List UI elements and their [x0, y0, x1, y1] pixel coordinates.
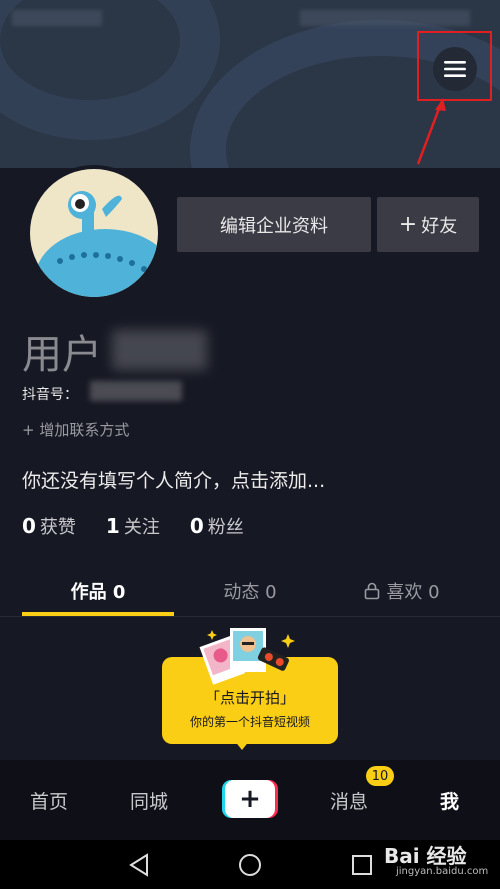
nav-me[interactable]: 我: [440, 787, 459, 814]
home-icon[interactable]: [237, 852, 263, 878]
profile-stats: 0 获赞 1 关注 0 粉丝: [22, 513, 244, 539]
tab-works[interactable]: 作品 0: [22, 565, 174, 617]
likes-stat[interactable]: 0 获赞: [22, 513, 76, 539]
username-blurred: [112, 330, 207, 370]
douyin-id-label: 抖音号：: [22, 387, 78, 403]
edit-profile-button[interactable]: 编辑企业资料: [177, 197, 371, 252]
following-count: 1: [105, 514, 120, 538]
nav-nearby[interactable]: 同城: [130, 787, 168, 814]
profile-tabs: 作品 0 动态 0 喜欢 0: [0, 565, 500, 617]
likes-label: 获赞: [39, 517, 76, 538]
add-contact-link[interactable]: + 增加联系方式: [22, 419, 129, 440]
plus-icon: +: [398, 212, 418, 237]
add-friend-label: 好友: [421, 215, 458, 237]
nav-messages[interactable]: 消息: [330, 787, 368, 814]
tab-likes-label: 喜欢 0: [386, 582, 440, 603]
back-icon[interactable]: [127, 852, 153, 878]
followers-label: 粉丝: [207, 517, 244, 538]
messages-badge: 10: [366, 766, 394, 786]
following-stat[interactable]: 1 关注: [106, 513, 160, 539]
add-friend-button[interactable]: + 好友: [377, 197, 479, 252]
prompt-subtitle: 你的第一个抖音短视频: [189, 715, 310, 729]
status-bar-blurred: [12, 10, 102, 26]
active-tab-indicator: [22, 612, 174, 616]
watermark-url: jingyan.baidu.com: [396, 866, 489, 877]
tab-likes[interactable]: 喜欢 0: [326, 565, 478, 617]
tab-activity[interactable]: 动态 0: [174, 565, 326, 617]
douyin-id-blurred: [90, 381, 182, 401]
status-bar-blurred: [300, 10, 470, 26]
followers-count: 0: [189, 514, 204, 538]
following-label: 关注: [123, 517, 160, 538]
prompt-tail: [234, 740, 250, 750]
likes-count: 0: [22, 514, 36, 538]
avatar[interactable]: [26, 165, 162, 301]
bio-text[interactable]: 你还没有填写个人简介，点击添加...: [22, 466, 325, 493]
followers-stat[interactable]: 0 粉丝: [190, 513, 244, 539]
photos-illustration: [199, 628, 295, 685]
bottom-nav: 首页 同城 + 消息 10 我: [0, 760, 500, 840]
menu-button[interactable]: [433, 47, 477, 91]
create-video-button[interactable]: +: [222, 780, 278, 818]
lock-icon: [365, 582, 380, 600]
username: 用户: [22, 332, 102, 378]
baidu-watermark: Bai 经验: [384, 844, 467, 868]
avatar-image: [30, 169, 158, 297]
nav-home[interactable]: 首页: [30, 787, 68, 814]
hamburger-icon: [444, 61, 466, 77]
plus-icon: +: [225, 780, 275, 818]
recents-icon[interactable]: [349, 852, 375, 878]
annotation-arrow: [416, 98, 446, 165]
